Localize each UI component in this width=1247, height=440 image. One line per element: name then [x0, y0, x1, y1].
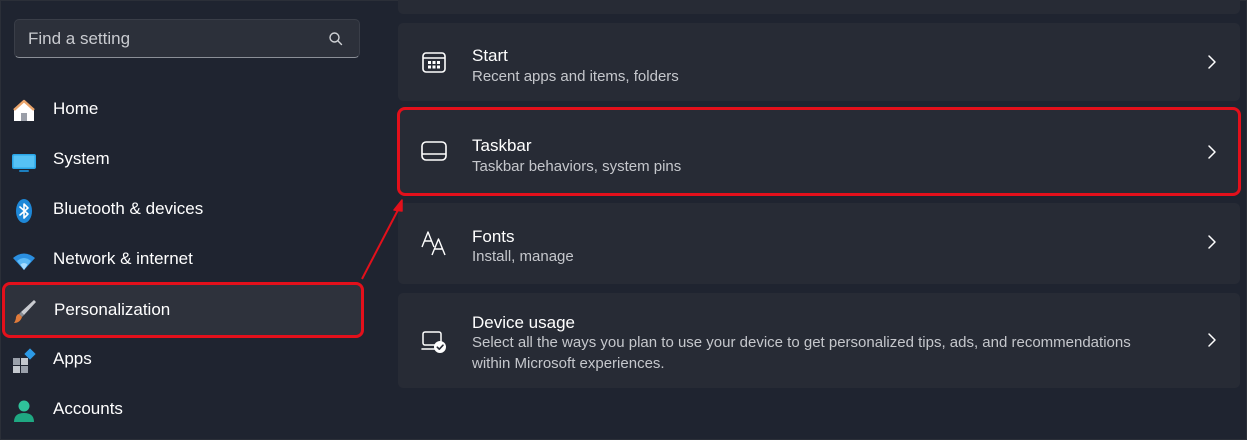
sidebar-item-network[interactable]: Network & internet: [4, 237, 362, 283]
sidebar-item-system[interactable]: System: [4, 137, 362, 183]
card-title: Taskbar: [472, 136, 532, 155]
wifi-icon: [13, 253, 35, 270]
sidebar-item-label: Network & internet: [53, 249, 193, 268]
setting-card-start[interactable]: Start Recent apps and items, folders: [398, 23, 1240, 101]
sidebar-item-accounts[interactable]: Accounts: [4, 387, 362, 433]
main-content: Start Recent apps and items, folders Tas…: [397, 0, 1241, 440]
sidebar-item-label: Bluetooth & devices: [53, 199, 204, 218]
person-icon: [14, 400, 34, 422]
sidebar-item-label: Accounts: [53, 399, 123, 418]
card-title: Device usage: [472, 313, 576, 332]
card-description: Install, manage: [472, 248, 574, 265]
search-placeholder: Find a setting: [28, 29, 131, 48]
start-icon: [422, 52, 446, 73]
sidebar-item-home[interactable]: Home: [4, 87, 362, 133]
chevron-right-icon: [1208, 55, 1216, 69]
sidebar-item-bluetooth[interactable]: Bluetooth & devices: [4, 187, 362, 233]
bluetooth-icon: [16, 199, 32, 223]
monitor-icon: [12, 154, 36, 172]
device-usage-icon: [421, 331, 446, 353]
setting-card-taskbar[interactable]: Taskbar Taskbar behaviors, system pins: [397, 107, 1241, 196]
card-title: Start: [472, 46, 508, 65]
search-input[interactable]: Find a setting: [14, 19, 360, 58]
card-description: Taskbar behaviors, system pins: [472, 158, 682, 175]
card-description-line1: Select all the ways you plan to use your…: [472, 334, 1131, 351]
brush-icon: [14, 300, 36, 323]
chevron-right-icon: [1208, 333, 1216, 347]
home-icon: [13, 99, 35, 121]
chevron-right-icon: [1208, 235, 1216, 249]
sidebar-item-label: Home: [53, 99, 99, 118]
fonts-icon: [421, 231, 446, 256]
card-description: Recent apps and items, folders: [472, 68, 679, 85]
chevron-right-icon: [1208, 145, 1216, 159]
apps-icon: [13, 348, 36, 373]
sidebar-item-personalization[interactable]: Personalization: [2, 282, 364, 338]
card-description-line2: within Microsoft experiences.: [472, 355, 665, 372]
sidebar-item-label: Personalization: [54, 300, 171, 319]
sidebar: Find a setting Home System Bluetooth & d…: [0, 0, 380, 440]
previous-card-edge: [398, 0, 1240, 14]
sidebar-item-apps[interactable]: Apps: [4, 337, 362, 383]
setting-card-device-usage[interactable]: Device usage Select all the ways you pla…: [398, 293, 1240, 388]
taskbar-icon: [421, 141, 447, 161]
sidebar-item-label: System: [53, 149, 110, 168]
card-title: Fonts: [472, 227, 515, 246]
setting-card-fonts[interactable]: Fonts Install, manage: [398, 203, 1240, 284]
sidebar-item-label: Apps: [53, 349, 92, 368]
search-icon[interactable]: [327, 30, 345, 48]
